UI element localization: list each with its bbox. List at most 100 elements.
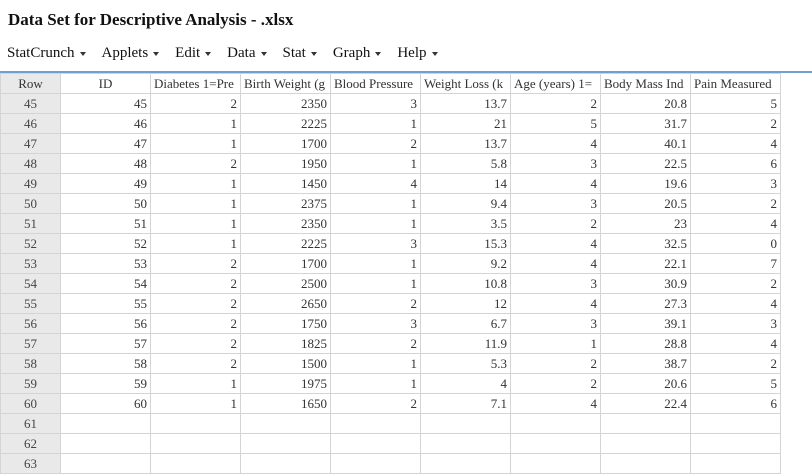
data-cell[interactable]: 27.3	[600, 293, 691, 314]
data-cell[interactable]: 3	[690, 173, 781, 194]
data-cell[interactable]: 9.2	[420, 253, 511, 274]
column-header[interactable]: Birth Weight (g	[240, 73, 331, 94]
data-cell[interactable]	[690, 433, 781, 454]
data-cell[interactable]: 9.4	[420, 193, 511, 214]
data-cell[interactable]	[150, 413, 241, 434]
data-cell[interactable]: 50	[60, 193, 151, 214]
data-cell[interactable]	[510, 453, 601, 474]
data-cell[interactable]: 2	[150, 293, 241, 314]
column-header[interactable]: Body Mass Ind	[600, 73, 691, 94]
row-number[interactable]: 48	[0, 153, 61, 174]
row-number[interactable]: 62	[0, 433, 61, 454]
data-cell[interactable]: 3	[330, 313, 421, 334]
data-cell[interactable]	[420, 413, 511, 434]
data-cell[interactable]	[690, 413, 781, 434]
data-cell[interactable]: 11.9	[420, 333, 511, 354]
data-cell[interactable]: 7.1	[420, 393, 511, 414]
data-cell[interactable]: 5.3	[420, 353, 511, 374]
data-cell[interactable]: 22.5	[600, 153, 691, 174]
data-cell[interactable]: 2500	[240, 273, 331, 294]
data-cell[interactable]: 2	[510, 93, 601, 114]
data-cell[interactable]	[420, 453, 511, 474]
row-number[interactable]: 57	[0, 333, 61, 354]
data-cell[interactable]: 3	[510, 273, 601, 294]
data-cell[interactable]: 48	[60, 153, 151, 174]
row-number[interactable]: 50	[0, 193, 61, 214]
menu-statcrunch[interactable]: StatCrunch	[7, 45, 86, 62]
data-cell[interactable]	[150, 433, 241, 454]
data-cell[interactable]: 39.1	[600, 313, 691, 334]
data-cell[interactable]: 4	[510, 293, 601, 314]
data-cell[interactable]: 7	[690, 253, 781, 274]
data-cell[interactable]	[240, 433, 331, 454]
data-cell[interactable]: 40.1	[600, 133, 691, 154]
data-cell[interactable]	[510, 433, 601, 454]
data-cell[interactable]: 2	[330, 133, 421, 154]
data-cell[interactable]: 1	[150, 173, 241, 194]
data-cell[interactable]: 1	[150, 193, 241, 214]
data-cell[interactable]	[600, 453, 691, 474]
data-cell[interactable]: 4	[690, 293, 781, 314]
data-cell[interactable]: 13.7	[420, 133, 511, 154]
data-cell[interactable]: 3	[510, 313, 601, 334]
data-cell[interactable]: 22.1	[600, 253, 691, 274]
row-number[interactable]: 46	[0, 113, 61, 134]
data-cell[interactable]: 2	[150, 333, 241, 354]
data-cell[interactable]: 1	[330, 213, 421, 234]
data-cell[interactable]: 1950	[240, 153, 331, 174]
data-cell[interactable]: 4	[510, 173, 601, 194]
row-number[interactable]: 45	[0, 93, 61, 114]
data-cell[interactable]: 2	[690, 353, 781, 374]
data-cell[interactable]: 4	[330, 173, 421, 194]
data-cell[interactable]: 4	[510, 133, 601, 154]
data-cell[interactable]	[60, 433, 151, 454]
data-cell[interactable]	[60, 413, 151, 434]
row-number[interactable]: 58	[0, 353, 61, 374]
data-cell[interactable]: 1	[330, 253, 421, 274]
data-cell[interactable]: 2350	[240, 213, 331, 234]
row-number[interactable]: 47	[0, 133, 61, 154]
menu-stat[interactable]: Stat	[283, 45, 317, 62]
data-cell[interactable]: 56	[60, 313, 151, 334]
column-header[interactable]: Weight Loss (k	[420, 73, 511, 94]
data-cell[interactable]: 5.8	[420, 153, 511, 174]
data-cell[interactable]: 52	[60, 233, 151, 254]
data-cell[interactable]: 46	[60, 113, 151, 134]
data-cell[interactable]: 28.8	[600, 333, 691, 354]
data-cell[interactable]: 20.8	[600, 93, 691, 114]
row-number[interactable]: 52	[0, 233, 61, 254]
data-cell[interactable]: 2350	[240, 93, 331, 114]
row-number[interactable]: 56	[0, 313, 61, 334]
data-cell[interactable]: 1	[330, 353, 421, 374]
data-cell[interactable]: 6.7	[420, 313, 511, 334]
data-cell[interactable]: 4	[420, 373, 511, 394]
data-cell[interactable]: 58	[60, 353, 151, 374]
data-cell[interactable]: 6	[690, 393, 781, 414]
data-cell[interactable]: 1	[330, 193, 421, 214]
data-cell[interactable]: 5	[510, 113, 601, 134]
data-cell[interactable]: 4	[510, 253, 601, 274]
data-cell[interactable]: 2	[690, 113, 781, 134]
data-cell[interactable]: 10.8	[420, 273, 511, 294]
column-header[interactable]: Diabetes 1=Pre	[150, 73, 241, 94]
data-cell[interactable]: 3.5	[420, 213, 511, 234]
data-cell[interactable]	[240, 413, 331, 434]
data-cell[interactable]: 1825	[240, 333, 331, 354]
data-cell[interactable]: 1450	[240, 173, 331, 194]
menu-edit[interactable]: Edit	[175, 45, 212, 62]
column-header[interactable]: ID	[60, 73, 151, 94]
data-cell[interactable]: 12	[420, 293, 511, 314]
data-cell[interactable]: 2	[150, 273, 241, 294]
data-cell[interactable]: 3	[510, 153, 601, 174]
data-cell[interactable]: 1975	[240, 373, 331, 394]
data-cell[interactable]: 1650	[240, 393, 331, 414]
data-cell[interactable]: 4	[690, 333, 781, 354]
data-cell[interactable]: 22.4	[600, 393, 691, 414]
data-cell[interactable]: 4	[510, 233, 601, 254]
data-cell[interactable]: 4	[690, 213, 781, 234]
data-cell[interactable]: 1700	[240, 133, 331, 154]
data-cell[interactable]	[240, 453, 331, 474]
data-cell[interactable]: 2	[150, 253, 241, 274]
data-cell[interactable]: 2	[690, 193, 781, 214]
data-cell[interactable]: 2650	[240, 293, 331, 314]
